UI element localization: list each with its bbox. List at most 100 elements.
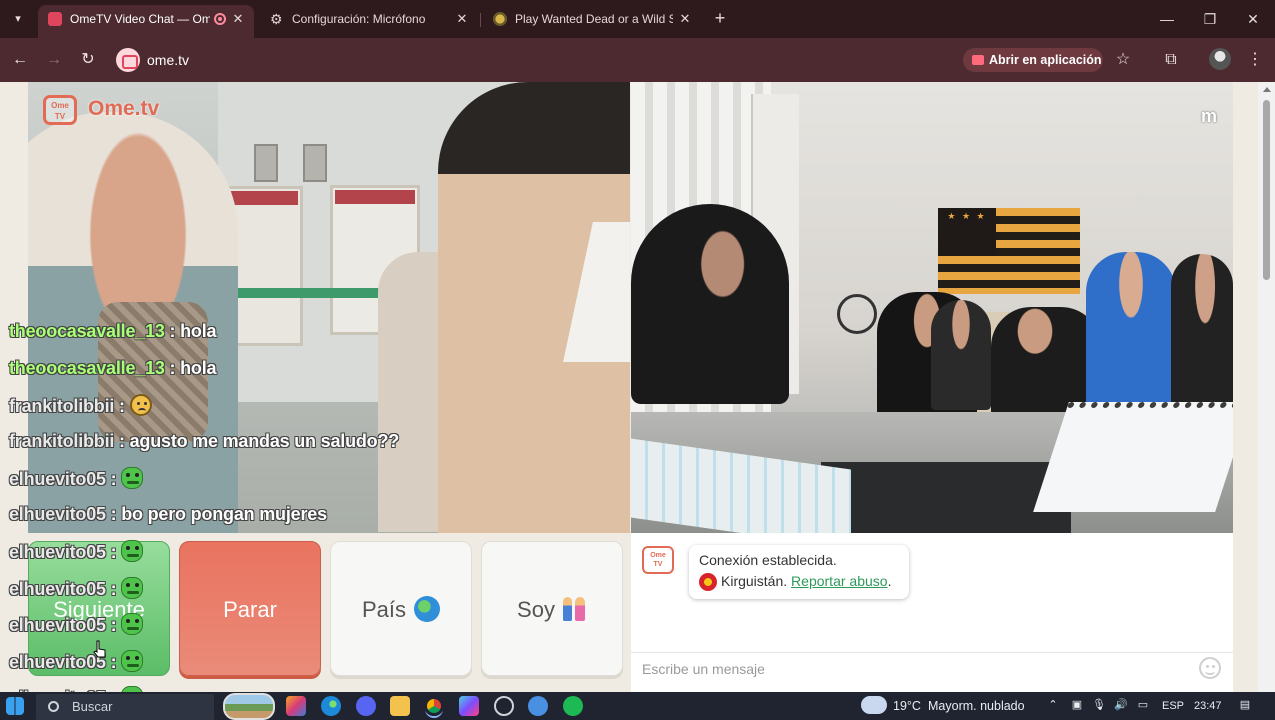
windows-start-icon[interactable] (6, 697, 24, 715)
temperature[interactable]: 19°C (893, 692, 921, 720)
chat-username[interactable]: elhuevito05 (9, 469, 106, 489)
globe-icon (414, 596, 441, 622)
connection-status: Conexión establecida. (699, 552, 837, 568)
copilot-icon[interactable] (286, 696, 306, 716)
clock[interactable]: 23:47 (1194, 692, 1222, 720)
profile-avatar[interactable] (1209, 48, 1231, 70)
frog-emoji-icon (121, 540, 144, 562)
tab-title: OmeTV Video Chat — Ome (70, 12, 210, 26)
chrome-icon[interactable] (424, 696, 444, 716)
kyrgyzstan-flag-icon (699, 573, 717, 591)
microphone-icon[interactable]: 🎙 (1092, 698, 1106, 712)
search-label: Buscar (72, 699, 113, 714)
search-icon (48, 701, 59, 712)
chat-username[interactable]: elhuevito05 (9, 542, 106, 562)
close-icon[interactable]: ✕ (454, 5, 470, 33)
chat-message: bo pero pongan mujeres (121, 504, 327, 524)
network-icon[interactable]: ▭ (1136, 698, 1150, 712)
tray-app-icon[interactable]: ▣ (1070, 698, 1084, 712)
discord-icon[interactable] (356, 696, 376, 716)
back-icon[interactable]: ← (8, 48, 32, 72)
recording-icon (214, 13, 226, 25)
chat-username[interactable]: elhuevito05 (9, 615, 106, 635)
tv-logo-icon: Ome TV (43, 95, 77, 125)
stop-button[interactable]: Parar (179, 541, 321, 676)
couple-icon (561, 597, 587, 621)
tab-title: Configuración: Micrófono (292, 12, 426, 26)
weather-cloud-icon (861, 696, 887, 714)
gender-button[interactable]: Soy (481, 541, 623, 676)
chat-line: elhuevito05 : (9, 540, 144, 568)
app-icon[interactable] (528, 696, 548, 716)
language-indicator[interactable]: ESP (1162, 692, 1184, 720)
wall-frame (303, 144, 327, 182)
forward-icon[interactable]: → (42, 48, 66, 72)
weather-text[interactable]: Mayorm. nublado (928, 692, 1025, 720)
person (1086, 252, 1176, 412)
frog-emoji-icon (121, 613, 144, 635)
frog-emoji-icon (121, 650, 144, 672)
close-icon[interactable]: ✕ (230, 5, 246, 33)
new-tab-icon[interactable]: + (708, 7, 732, 31)
open-in-app-label: Abrir en aplicación (989, 53, 1102, 67)
chat-line: elhuevito05 : (9, 650, 144, 678)
ometv-logo[interactable]: Ome TV Ome.tv (43, 93, 173, 127)
speaker-icon[interactable]: 🔊 (1114, 698, 1128, 712)
edge-icon[interactable] (321, 696, 341, 716)
video-watermark: m (1201, 106, 1218, 126)
country-line: Kirguistán. Reportar abuso. (699, 573, 899, 591)
notifications-icon[interactable]: ▤ (1238, 698, 1252, 712)
scroll-up-icon[interactable] (1263, 87, 1271, 92)
bookmark-star-icon[interactable]: ☆ (1111, 48, 1135, 72)
widgets-thumbnail[interactable] (223, 693, 275, 720)
minimize-icon[interactable]: — (1155, 8, 1179, 30)
spotify-icon[interactable] (563, 696, 583, 716)
person-front (631, 204, 789, 404)
site-camera-icon[interactable] (116, 48, 140, 72)
emoji-picker-icon[interactable] (1199, 657, 1221, 679)
chat-username[interactable]: elhuevito05 (9, 652, 106, 672)
scrollbar-thumb[interactable] (1263, 100, 1270, 280)
gear-icon: ⚙ (270, 11, 283, 27)
message-input[interactable]: Escribe un mensaje (631, 652, 1233, 684)
app-icon[interactable] (459, 696, 479, 716)
mouse-pad (821, 462, 1071, 533)
file-explorer-icon[interactable] (390, 696, 410, 716)
chat-line: elhuevito05 : bo pero pongan mujeres (9, 504, 327, 524)
close-icon[interactable]: ✕ (677, 5, 693, 33)
frog-emoji-icon (121, 577, 144, 599)
report-abuse-link[interactable]: Reportar abuso (791, 573, 888, 589)
chat-username[interactable]: theoocasavalle_13 (9, 321, 165, 341)
chevron-up-icon[interactable]: ⌃ (1046, 698, 1060, 712)
address-bar[interactable]: ome.tv (110, 44, 1110, 76)
person (991, 307, 1101, 417)
open-in-app-button[interactable]: Abrir en aplicación (963, 48, 1103, 72)
chat-username[interactable]: elhuevito05 (9, 504, 106, 524)
flag-canton: ★ ★ ★ (938, 208, 996, 256)
url-text: ome.tv (147, 52, 190, 68)
chat-username[interactable]: theoocasavalle_13 (9, 358, 165, 378)
person (1171, 254, 1233, 414)
country-label: País (361, 597, 407, 622)
tab-search-icon[interactable]: ▾ (6, 7, 30, 31)
tab-ometv[interactable]: OmeTV Video Chat — Ome ✕ (38, 5, 254, 38)
chat-line: frankitolibbii : agusto me mandas un sal… (9, 431, 400, 451)
reload-icon[interactable]: ↻ (76, 48, 100, 72)
chat-username[interactable]: frankitolibbii (9, 396, 114, 416)
chat-username[interactable]: elhuevito05 (9, 579, 106, 599)
stop-label: Parar (223, 597, 277, 622)
chat-username[interactable]: frankitolibbii (9, 431, 114, 451)
ometv-favicon-icon (48, 12, 62, 26)
close-window-icon[interactable]: ✕ (1241, 8, 1265, 30)
page-scrollbar[interactable] (1258, 82, 1275, 692)
restore-icon[interactable]: ❐ (1198, 8, 1222, 30)
chat-line: elhuevito05 : (9, 467, 144, 495)
country-button[interactable]: País (330, 541, 472, 676)
app-icon[interactable] (494, 696, 514, 716)
remote-video (28, 82, 630, 533)
extensions-icon[interactable]: ⧉ (1159, 48, 1183, 72)
taskbar-search[interactable]: Buscar (36, 694, 214, 720)
menu-dots-icon[interactable]: ⋮ (1243, 48, 1267, 72)
tab-microphone-settings[interactable]: ⚙ Configuración: Micrófono ✕ (260, 5, 478, 38)
tab-wanted-dead[interactable]: Play Wanted Dead or a Wild Slo ✕ (483, 5, 701, 38)
